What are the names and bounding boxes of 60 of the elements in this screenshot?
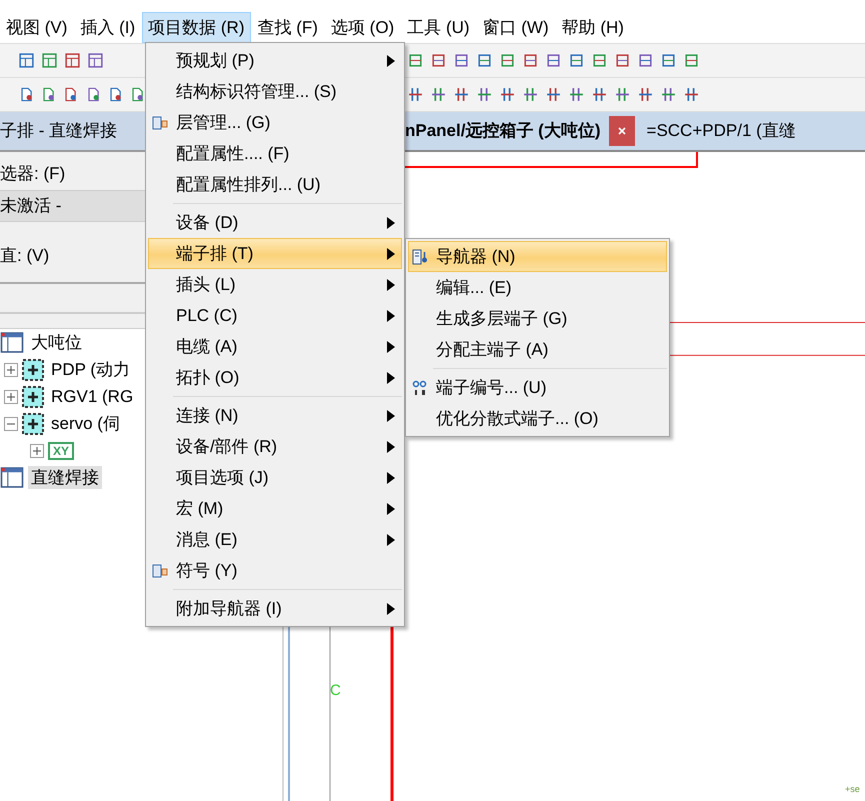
menu-item[interactable]: 项目选项 (J) bbox=[148, 462, 402, 493]
expand-icon[interactable] bbox=[4, 362, 18, 376]
menu-item[interactable]: 插入 (I) bbox=[74, 12, 142, 43]
submenu-arrow-icon bbox=[387, 217, 395, 229]
menu-item[interactable]: 项目数据 (R) bbox=[142, 12, 250, 43]
menu-item[interactable]: 查找 (F) bbox=[252, 12, 324, 43]
document-tab[interactable]: nPanel/远控箱子 (大吨位) bbox=[405, 112, 609, 150]
menu-item[interactable]: 宏 (M) bbox=[148, 493, 402, 524]
menu-item[interactable]: 工具 (U) bbox=[401, 12, 476, 43]
menu-item[interactable]: 窗口 (W) bbox=[476, 12, 555, 43]
submenu-arrow-icon bbox=[387, 248, 395, 260]
menu-item[interactable]: 附加导航器 (I) bbox=[148, 593, 402, 624]
submenu-arrow-icon bbox=[387, 472, 395, 484]
menu-item[interactable]: 编辑... (E) bbox=[408, 272, 667, 303]
expand-icon[interactable] bbox=[30, 444, 44, 458]
filter-label: 选器: (F) bbox=[0, 162, 66, 184]
value-label: 直: (V) bbox=[0, 244, 50, 266]
menu-item[interactable]: 设备/部件 (R) bbox=[148, 431, 402, 462]
submenu-arrow-icon bbox=[387, 310, 395, 322]
submenu-arrow-icon bbox=[387, 341, 395, 353]
submenu-arrow-icon bbox=[387, 55, 395, 67]
menu-item[interactable]: 帮助 (H) bbox=[556, 12, 630, 43]
collapse-icon[interactable] bbox=[4, 416, 18, 430]
menu-item[interactable]: 消息 (E) bbox=[148, 524, 402, 555]
submenu-arrow-icon bbox=[387, 503, 395, 515]
tree-item[interactable]: PDP (动力 bbox=[48, 358, 134, 381]
close-icon[interactable] bbox=[608, 116, 635, 146]
tree-item[interactable]: servo (伺 bbox=[48, 412, 123, 435]
menu-item[interactable]: 插头 (L) bbox=[148, 269, 402, 300]
tree-item[interactable]: RGV1 (RG bbox=[48, 386, 136, 406]
menu-item[interactable]: 端子排 (T) bbox=[148, 238, 402, 269]
tree-item[interactable]: 大吨位 bbox=[28, 331, 85, 354]
submenu-arrow-icon bbox=[387, 410, 395, 422]
menu-item[interactable]: 端子编号... (U) bbox=[408, 372, 667, 403]
menu-item[interactable]: 优化分散式端子... (O) bbox=[408, 403, 667, 434]
tree-item[interactable]: 直缝焊接 bbox=[28, 466, 102, 489]
menu-item[interactable]: 分配主端子 (A) bbox=[408, 334, 667, 365]
device-icon bbox=[22, 386, 44, 408]
canvas-label: C bbox=[330, 682, 341, 699]
device-icon bbox=[22, 358, 44, 380]
menu-item[interactable]: PLC (C) bbox=[148, 300, 402, 331]
menu-item[interactable]: 结构标识符管理... (S) bbox=[148, 76, 402, 107]
menu-item[interactable]: 电缆 (A) bbox=[148, 331, 402, 362]
submenu-arrow-icon bbox=[387, 603, 395, 615]
canvas-label: +se bbox=[845, 784, 860, 794]
menu-item[interactable]: 预规划 (P) bbox=[148, 45, 402, 76]
submenu-arrow-icon bbox=[387, 372, 395, 384]
menu-item[interactable]: 符号 (Y) bbox=[148, 555, 402, 586]
menu-item[interactable]: 视图 (V) bbox=[0, 12, 74, 43]
submenu-arrow-icon bbox=[387, 279, 395, 291]
menu-item[interactable]: 选项 (O) bbox=[324, 12, 400, 43]
submenu-arrow-icon bbox=[387, 441, 395, 453]
device-icon bbox=[22, 412, 44, 434]
expand-icon[interactable] bbox=[4, 390, 18, 404]
menu-item[interactable]: 导航器 (N) bbox=[408, 241, 667, 272]
menu-item[interactable]: 连接 (N) bbox=[148, 400, 402, 431]
menu-item[interactable]: 拓扑 (O) bbox=[148, 362, 402, 393]
submenu-arrow-icon bbox=[387, 534, 395, 546]
menu-item[interactable]: 生成多层端子 (G) bbox=[408, 303, 667, 334]
document-tab[interactable]: =SCC+PDP/1 (直缝 bbox=[646, 112, 804, 150]
